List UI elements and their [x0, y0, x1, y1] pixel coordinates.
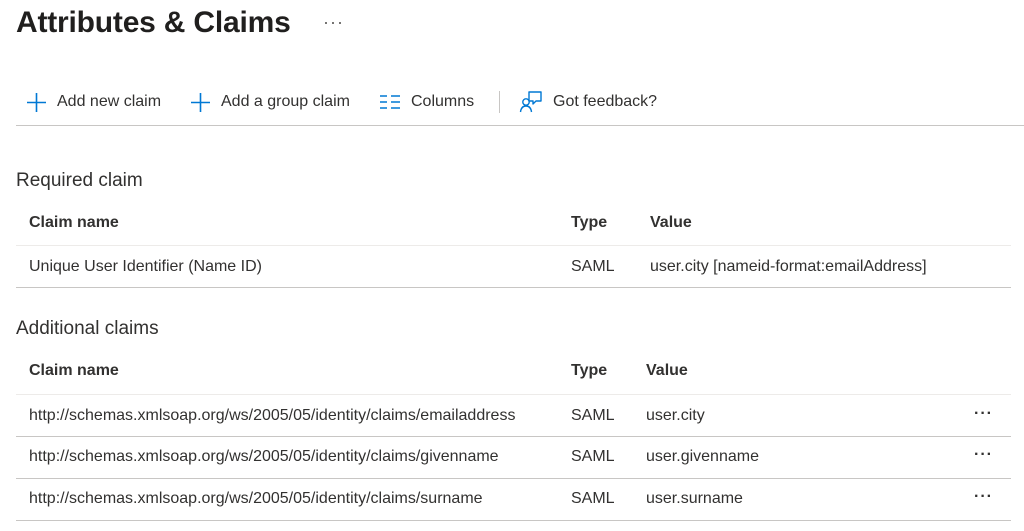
columns-label: Columns	[411, 93, 475, 110]
feedback-label: Got feedback?	[553, 93, 658, 110]
required-header-claim-name[interactable]: Claim name	[29, 214, 119, 232]
feedback-button[interactable]: Got feedback?	[519, 88, 657, 116]
page-title: Attributes & Claims	[16, 6, 291, 39]
feedback-icon	[519, 91, 542, 113]
additional-header-type[interactable]: Type	[571, 362, 607, 380]
toolbar-divider	[16, 125, 1024, 126]
plus-icon	[27, 92, 46, 112]
plus-icon	[191, 92, 210, 112]
claim-type-cell: SAML	[571, 407, 615, 424]
additional-claims-heading: Additional claims	[16, 318, 159, 339]
claim-value-cell: user.surname	[646, 490, 743, 507]
required-claim-heading: Required claim	[16, 170, 143, 191]
required-header-value[interactable]: Value	[650, 214, 692, 232]
claim-name-cell: http://schemas.xmlsoap.org/ws/2005/05/id…	[29, 407, 516, 424]
claim-name-cell: http://schemas.xmlsoap.org/ws/2005/05/id…	[29, 448, 499, 465]
page-more-button[interactable]: ···	[323, 12, 344, 33]
claim-type-cell: SAML	[571, 490, 615, 507]
add-group-claim-button[interactable]: Add a group claim	[190, 88, 350, 116]
row-more-button[interactable]: ···	[974, 446, 993, 464]
claim-type-cell: SAML	[571, 448, 615, 465]
claim-name-cell: http://schemas.xmlsoap.org/ws/2005/05/id…	[29, 490, 483, 507]
claim-value-cell: user.givenname	[646, 448, 759, 465]
row-more-button[interactable]: ···	[974, 405, 993, 423]
additional-header-claim-name[interactable]: Claim name	[29, 362, 119, 380]
add-new-claim-button[interactable]: Add new claim	[26, 88, 161, 116]
claim-name-cell: Unique User Identifier (Name ID)	[29, 258, 262, 275]
claim-type-cell: SAML	[571, 258, 615, 275]
add-new-claim-label: Add new claim	[57, 93, 162, 110]
row-more-button[interactable]: ···	[974, 488, 993, 506]
columns-button[interactable]: Columns	[379, 88, 474, 116]
required-row-divider	[16, 287, 1011, 288]
claim-value-cell: user.city [nameid-format:emailAddress]	[650, 258, 927, 275]
claim-value-cell: user.city	[646, 407, 705, 424]
required-header-type[interactable]: Type	[571, 214, 607, 232]
row-divider	[16, 520, 1011, 521]
toolbar-separator	[499, 91, 500, 113]
columns-icon	[380, 95, 400, 109]
additional-header-value[interactable]: Value	[646, 362, 688, 380]
add-group-claim-label: Add a group claim	[221, 93, 350, 110]
